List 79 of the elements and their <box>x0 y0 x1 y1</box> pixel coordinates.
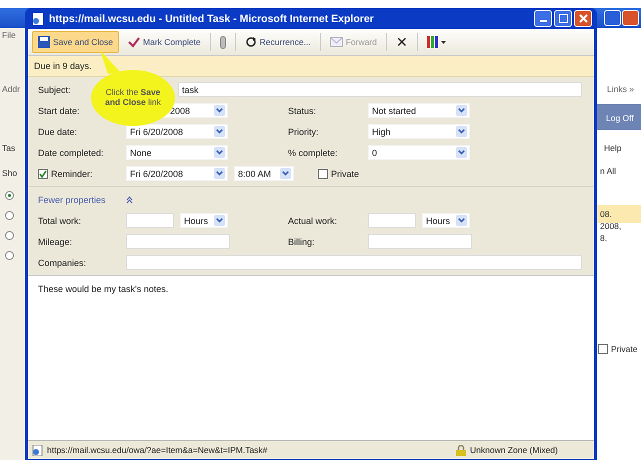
dropdown[interactable]: Fri 6/20/2008 <box>126 166 228 181</box>
preview-text: 8. <box>600 233 608 243</box>
recurrence-button[interactable]: Recurrence... <box>240 31 316 53</box>
input-field[interactable] <box>126 213 174 228</box>
checkmark-icon <box>128 36 140 48</box>
input-field[interactable] <box>126 234 230 249</box>
zone-text: Unknown Zone (Mixed) <box>470 445 559 455</box>
dropdown-arrow-icon[interactable] <box>456 215 467 226</box>
padlock-icon <box>456 444 466 456</box>
field-label: Status: <box>288 106 318 116</box>
private-checkbox[interactable]: Private <box>598 344 638 354</box>
dropdown[interactable]: Fri 6/20/2008 <box>126 124 228 139</box>
minimize-icon <box>540 20 546 22</box>
checkmark-icon <box>39 170 47 178</box>
input-field[interactable] <box>368 213 416 228</box>
field-label: Companies: <box>38 258 88 268</box>
field-label: Subject: <box>38 84 71 94</box>
field-label: Date completed: <box>38 148 104 158</box>
subject-field[interactable]: task <box>178 82 582 97</box>
collapse-icon[interactable] <box>126 196 133 204</box>
fewer-properties-link[interactable]: Fewer properties <box>38 194 126 204</box>
complete-button[interactable]: Mark Complete <box>123 31 206 53</box>
show-text: Sho <box>2 168 18 178</box>
dropdown[interactable]: Hours <box>422 213 470 228</box>
dropdown-arrow-icon[interactable] <box>456 147 467 158</box>
dropdown[interactable]: Hours <box>180 213 228 228</box>
due-notice: Due in 9 days. <box>28 56 594 77</box>
maximize-icon <box>558 14 568 23</box>
preview-text: 2008, <box>600 221 622 231</box>
dropdown[interactable]: Not started <box>368 103 470 118</box>
dropdown-arrow-icon[interactable] <box>214 215 225 226</box>
log-off-link[interactable]: Log Off <box>606 113 634 123</box>
private-checkbox[interactable]: Private <box>318 168 360 178</box>
save-button[interactable]: Save and Close <box>32 31 120 53</box>
input-field[interactable] <box>368 234 472 249</box>
field-label: Mileage: <box>38 236 74 246</box>
reminder-checkbox[interactable]: Reminder: <box>38 168 126 178</box>
field-label: Billing: <box>288 236 316 246</box>
dropdown-arrow-icon[interactable] <box>456 126 467 137</box>
field-label: Priority: <box>288 126 320 136</box>
tasks-text: Tas <box>2 143 16 153</box>
dropdown[interactable]: 0 <box>368 145 470 160</box>
reply-all-text[interactable]: n All <box>600 166 616 176</box>
restore-button[interactable] <box>604 10 621 26</box>
window-title: https://mail.wcsu.edu - Untitled Task - Microsoft Internet Explorer <box>49 12 375 24</box>
close-icon <box>578 14 588 23</box>
field-label: Start date: <box>38 106 80 116</box>
dropdown-arrow-icon[interactable] <box>214 126 225 137</box>
envelope-icon <box>330 37 343 47</box>
dropdown[interactable]: None <box>126 145 228 160</box>
dropdown-arrow-icon[interactable] <box>214 105 225 116</box>
preview-text: 08. <box>600 209 612 219</box>
minimize-button[interactable] <box>534 10 552 27</box>
dropdown-arrow-icon[interactable] <box>214 147 225 158</box>
links-text[interactable]: Links » <box>607 84 634 94</box>
menu-text[interactable]: File <box>2 30 16 40</box>
field-label: Due date: <box>38 126 78 136</box>
field-label: % complete: <box>288 148 339 158</box>
notes-text[interactable]: These would be my task's notes. <box>38 284 168 294</box>
dropdown-arrow-icon[interactable] <box>456 105 467 116</box>
color-bars-icon <box>426 36 447 48</box>
dropdown[interactable]: 8:00 AM <box>234 166 294 181</box>
field-label: Total work: <box>38 216 82 226</box>
maximize-button[interactable] <box>554 10 572 27</box>
field-label: Actual work: <box>288 216 338 226</box>
close-button[interactable] <box>574 10 592 27</box>
delete-button[interactable]: ✕ <box>390 31 413 53</box>
address-label: Addr <box>2 84 20 94</box>
dropdown-arrow-icon[interactable] <box>280 168 291 179</box>
dropdown-arrow-icon[interactable] <box>214 168 225 179</box>
close-button[interactable] <box>622 10 639 26</box>
page-icon <box>32 444 43 456</box>
page-icon <box>32 12 44 24</box>
circular-arrows-icon <box>244 36 257 48</box>
help-link[interactable]: Help <box>604 143 622 153</box>
status-url: https://mail.wcsu.edu/owa/?ae=Item&a=New&t=IPM.Task# <box>47 445 268 455</box>
paperclip-icon <box>220 36 226 48</box>
dropdown[interactable]: High <box>368 124 470 139</box>
input-field[interactable] <box>126 255 582 270</box>
